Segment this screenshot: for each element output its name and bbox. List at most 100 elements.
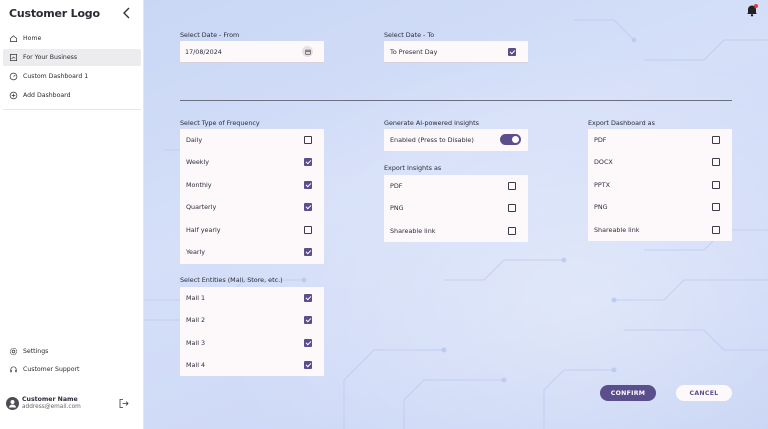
sidebar-item-settings[interactable]: Settings: [3, 343, 141, 360]
option-label: Monthly: [186, 181, 212, 189]
export-insights-option-link[interactable]: Shareable link: [384, 220, 528, 242]
export-dashboard-option-pdf[interactable]: PDF: [588, 129, 732, 151]
option-label: Yearly: [186, 248, 206, 256]
sidebar-item-label: Home: [23, 35, 42, 42]
sidebar-item-for-your-business[interactable]: For Your Business: [3, 49, 141, 66]
sidebar-item-home[interactable]: Home: [3, 30, 141, 47]
customer-logo: Customer Logo: [9, 7, 100, 20]
quarterly-checkbox[interactable]: [304, 203, 312, 211]
option-label: Mall 3: [186, 339, 206, 347]
frequency-option-half-yearly[interactable]: Half yearly: [180, 219, 324, 241]
user-profile[interactable]: Customer Name address@email.com: [6, 395, 138, 413]
date-to-label: Select Date - To: [384, 31, 435, 39]
mall-2-checkbox[interactable]: [304, 316, 312, 324]
insights-png-checkbox[interactable]: [508, 204, 516, 212]
frequency-option-weekly[interactable]: Weekly: [180, 151, 324, 173]
entities-label: Select Entities (Mall, Store, etc.): [180, 276, 283, 284]
insights-link-checkbox[interactable]: [508, 227, 516, 235]
frequency-option-quarterly[interactable]: Quarterly: [180, 196, 324, 218]
export-dashboard-option-docx[interactable]: DOCX: [588, 151, 732, 173]
calendar-icon[interactable]: [302, 46, 313, 57]
option-label: Mall 4: [186, 361, 206, 369]
sidebar-item-label: Custom Dashboard 1: [23, 73, 89, 80]
export-dashboard-option-link[interactable]: Shareable link: [588, 219, 732, 241]
export-dashboard-option-pptx[interactable]: PPTX: [588, 174, 732, 196]
weekly-checkbox[interactable]: [304, 158, 312, 166]
insights-pdf-checkbox[interactable]: [508, 182, 516, 190]
toggle-knob: [512, 136, 519, 143]
dashboard-icon: [9, 72, 18, 81]
ai-toggle-text: Enabled (Press to Disable): [390, 136, 474, 144]
daily-checkbox[interactable]: [304, 136, 312, 144]
yearly-checkbox[interactable]: [304, 248, 312, 256]
entity-option-mall-3[interactable]: Mall 3: [180, 332, 324, 354]
main-content: Select Date - From 17/08/2024 Select Dat…: [144, 0, 768, 429]
half-yearly-checkbox[interactable]: [304, 226, 312, 234]
sidebar-item-custom-dashboard-1[interactable]: Custom Dashboard 1: [3, 68, 141, 85]
sidebar: Customer Logo Home For Your Business Cus…: [0, 0, 144, 429]
option-label: DOCX: [594, 158, 613, 166]
entity-option-mall-2[interactable]: Mall 2: [180, 309, 324, 331]
confirm-button[interactable]: CONFIRM: [600, 385, 656, 401]
dashboard-pptx-checkbox[interactable]: [712, 181, 720, 189]
option-label: Quarterly: [186, 203, 217, 211]
option-label: PDF: [390, 182, 403, 190]
sidebar-divider: [3, 109, 141, 110]
mall-3-checkbox[interactable]: [304, 339, 312, 347]
logout-icon[interactable]: [118, 398, 129, 409]
export-insights-label: Export Insights as: [384, 164, 442, 172]
mall-1-checkbox[interactable]: [304, 294, 312, 302]
sidebar-item-customer-support[interactable]: Customer Support: [3, 361, 141, 378]
option-label: Weekly: [186, 158, 210, 166]
export-dashboard-option-png[interactable]: PNG: [588, 196, 732, 218]
user-name: Customer Name: [22, 396, 78, 403]
notification-bell-icon[interactable]: [745, 3, 759, 17]
entities-card: Mall 1 Mall 2 Mall 3 Mall 4: [180, 287, 324, 376]
date-from-value: 17/08/2024: [185, 47, 222, 56]
frequency-card: Daily Weekly Monthly Quarterly Half year…: [180, 129, 324, 264]
entity-option-mall-4[interactable]: Mall 4: [180, 354, 324, 376]
export-insights-card: PDF PNG Shareable link: [384, 175, 528, 242]
option-label: PDF: [594, 136, 607, 144]
present-day-checkbox[interactable]: [508, 48, 516, 56]
gear-icon: [9, 347, 18, 356]
date-to-field[interactable]: To Present Day: [384, 41, 528, 63]
headset-icon: [9, 365, 18, 374]
date-from-field[interactable]: 17/08/2024: [180, 41, 324, 63]
option-label: Shareable link: [390, 227, 436, 235]
user-icon: [9, 400, 16, 408]
home-icon: [9, 34, 18, 43]
date-to-value: To Present Day: [390, 47, 438, 56]
dashboard-link-checkbox[interactable]: [712, 226, 720, 234]
ai-insights-toggle[interactable]: [500, 134, 521, 145]
option-label: Daily: [186, 136, 203, 144]
dashboard-pdf-checkbox[interactable]: [712, 136, 720, 144]
cancel-button[interactable]: CANCEL: [676, 385, 732, 401]
option-label: PNG: [390, 204, 404, 212]
monthly-checkbox[interactable]: [304, 181, 312, 189]
date-from-label: Select Date - From: [180, 31, 240, 39]
export-insights-option-png[interactable]: PNG: [384, 197, 528, 219]
business-icon: [9, 53, 18, 62]
option-label: PNG: [594, 203, 608, 211]
user-email: address@email.com: [22, 404, 81, 410]
export-insights-option-pdf[interactable]: PDF: [384, 175, 528, 197]
frequency-option-daily[interactable]: Daily: [180, 129, 324, 151]
sidebar-item-label: For Your Business: [23, 54, 78, 61]
sidebar-item-add-dashboard[interactable]: Add Dashboard: [3, 87, 141, 104]
ai-insights-row[interactable]: Enabled (Press to Disable): [384, 129, 528, 151]
dashboard-docx-checkbox[interactable]: [712, 158, 720, 166]
sidebar-item-label: Settings: [23, 348, 49, 355]
mall-4-checkbox[interactable]: [304, 361, 312, 369]
plus-circle-icon: [9, 91, 18, 100]
frequency-option-yearly[interactable]: Yearly: [180, 241, 324, 263]
dashboard-png-checkbox[interactable]: [712, 203, 720, 211]
ai-insights-label: Generate AI-powered insights: [384, 119, 479, 127]
option-label: Shareable link: [594, 226, 640, 234]
chevron-left-icon[interactable]: [120, 6, 134, 20]
sidebar-item-label: Customer Support: [23, 366, 80, 373]
avatar: [6, 397, 19, 410]
entity-option-mall-1[interactable]: Mall 1: [180, 287, 324, 309]
frequency-option-monthly[interactable]: Monthly: [180, 174, 324, 196]
option-label: Half yearly: [186, 226, 221, 234]
